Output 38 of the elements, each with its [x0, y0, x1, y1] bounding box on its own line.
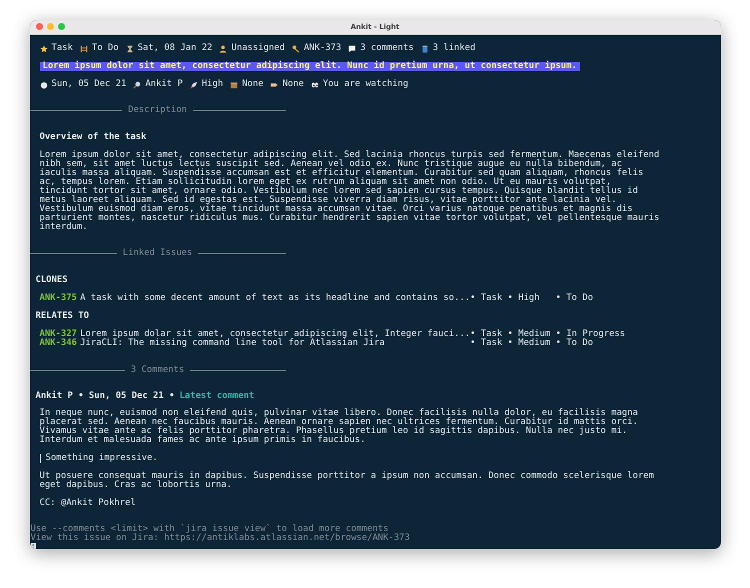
issue-key[interactable]: ANK-375 — [40, 294, 80, 303]
comment-text: In neque nunc, euismod non eleifend quis, pulvinar vitae libero. Donec facilisis nulla dolor, eu facilisis magna placerat sed. Aenean nec faucibus mauris. Aenean ornare sapien nec ultrices fermentum. Curabitur id mattis orci. Vivamus vitae ante ac felis porttitor pharetra. Phasellus pretium leo id sagittis dapibus. Nulla nec justo mi. Interdum et malesuada fames ac ante ipsum primis in faucibus. — [38, 409, 639, 445]
comment-author: Ankit P • Sun, 05 Dec 21 • — [36, 392, 174, 401]
issue-key[interactable]: ANK-346 — [40, 339, 80, 348]
meta-text: Unassigned — [231, 44, 285, 53]
comment-text: CC: @Ankit Pokhrel — [38, 499, 137, 508]
hint-text: Use --comments <limit> with `jira issue view` to load more comments — [30, 525, 388, 534]
meta-text: ANK-373 — [304, 44, 342, 53]
comment-tag: Latest comment — [179, 392, 254, 401]
meta-text: Sun, 05 Dec 21 — [52, 80, 126, 89]
issue-meta: • Task • Medium • In Progress — [470, 330, 626, 339]
description-heading: Overview of the task — [38, 133, 148, 142]
meta-text: High — [202, 80, 224, 89]
meta-text: 3 comments — [360, 44, 414, 53]
issue-meta: • Task • High • To Do — [470, 294, 594, 303]
issue-headline: Lorem ipsum dolor sit amet, consectetur adipiscing elit. Nunc id pretium urna, ut consectetur ipsum. — [40, 62, 580, 71]
hint-text: View this issue on Jira: https://antiklabs.atlassian.net/browse/ANK-373 — [30, 534, 411, 543]
comment-text: Ut posuere consequat mauris in dapibus. Suspendisse porttitor a ipsum non accumsan. Donec commodo scelerisque lorem eget dapibus. Cras ac lobortis urna. — [38, 472, 655, 490]
issue-key[interactable]: ANK-327 — [40, 330, 80, 339]
section-heading: Description — [128, 106, 187, 115]
issue-summary: Lorem ipsum dolar sit amet, consectetur adipiscing elit, Integer fauci... — [80, 330, 470, 339]
meta-text: Task — [52, 44, 73, 53]
link-group-title: RELATES TO — [34, 312, 90, 321]
issue-summary: JiraCLI: The missing command line tool for Atlassian Jira — [80, 339, 386, 348]
issue-meta: • Task • Medium • To Do — [470, 339, 594, 348]
meta-text: None — [282, 80, 304, 89]
meta-text: To Do — [92, 44, 119, 53]
meta-text: Sat, 08 Jan 22 — [138, 44, 212, 53]
link-group-title: CLONES — [34, 276, 69, 285]
meta-text: Ankit P — [145, 80, 183, 89]
issue-summary: A task with some decent amount of text as its headline and contains so... — [80, 294, 470, 303]
section-heading: Linked Issues — [122, 249, 192, 258]
meta-text: None — [242, 80, 264, 89]
meta-text: 3 linked — [432, 44, 476, 53]
meta-text: You are watching — [322, 80, 408, 89]
section-heading: 3 Comments — [130, 366, 184, 375]
comment-quote: Something impressive. — [40, 454, 720, 463]
description-text: Lorem ipsum dolor sit amet, consectetur adipiscing elit. Sed lacinia rhoncus turpis sed fermentum. Maecenas eleifend nibh sem, sit amet luctus lectus suscipit sed. Aenean vel odio ex. Nunc tristique augue eu nulla bibendum, ac iaculis massa aliquam. Suspendisse accumsan est et efficitur elementum. Curabitur sed quam aliquam, rhoncus felis ac, tempus lorem. Etiam sollicitudin lorem eget ex rutrum aliquam sit amet non odio. Ut eu mauris volutpat, tincidunt tortor sit amet, ornare odio. Vestibulum nec lorem sed sapien cursus tempus. Quisque blandit tellus id metus laoreet aliquam. Sed id egestas est. Suspendisse viverra diam risus, vitae porttitor ante lacinia vel. Vestibulum euismod diam eros, vitae tincidunt massa accumsan vitae. Orci varius natoque penatibus et magnis dis parturient montes, nascetur ridiculus mus. Curabitur hendrerit sapien vitae tortor volutpat, vel pellentesque mauris interdum. — [38, 151, 660, 232]
